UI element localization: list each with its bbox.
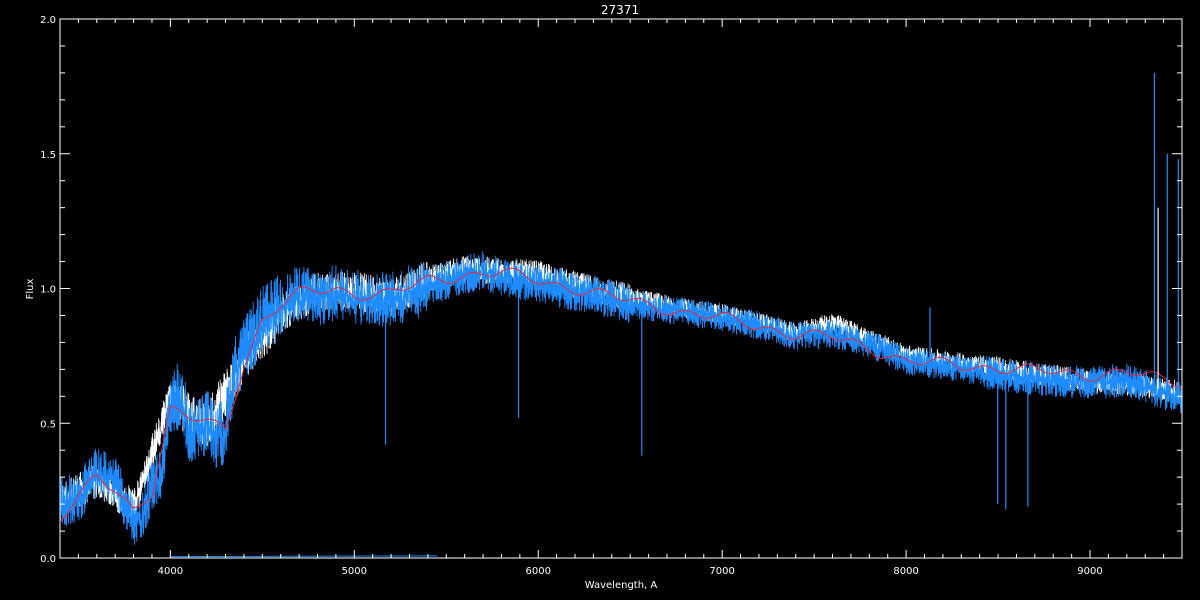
x-tick-label: 9000 bbox=[1077, 566, 1102, 577]
spectrum-chart: 27371 4000 5000 6000 7000 8000 9000 0.0 0.5 1.0… bbox=[0, 0, 1200, 600]
x-axis-label: Wavelength, A bbox=[585, 580, 658, 591]
y-tick-label: 2.0 bbox=[40, 15, 56, 26]
x-tick-label: 6000 bbox=[526, 566, 551, 577]
y-tick-label: 1.0 bbox=[40, 285, 56, 296]
x-tick-label: 4000 bbox=[158, 566, 183, 577]
y-tick-label: 1.5 bbox=[40, 150, 56, 161]
x-tick-label: 7000 bbox=[709, 566, 734, 577]
y-axis-label: Flux bbox=[25, 279, 36, 300]
y-tick-label: 0.0 bbox=[40, 554, 56, 565]
y-tick-label: 0.5 bbox=[40, 419, 56, 430]
chart-title: 27371 bbox=[601, 3, 639, 17]
x-tick-label: 8000 bbox=[893, 566, 918, 577]
x-tick-label: 5000 bbox=[342, 566, 367, 577]
